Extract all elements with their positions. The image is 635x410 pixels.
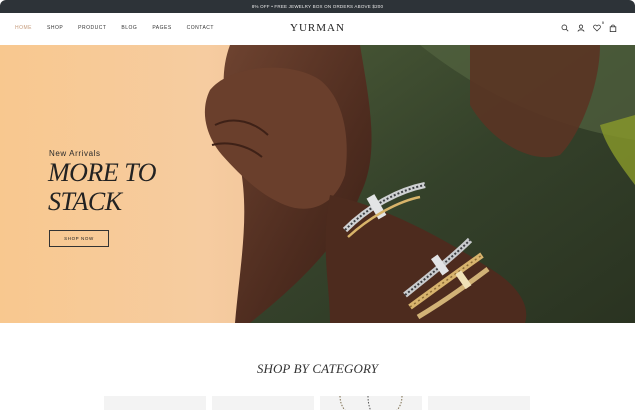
necklace-thumbnail (339, 396, 403, 410)
user-icon[interactable] (577, 24, 585, 32)
heart-icon[interactable]: 0 (593, 21, 604, 32)
category-grid (104, 396, 530, 410)
announcement-bar: 8% OFF • FREE JEWELRY BOX ON ORDERS ABOV… (0, 0, 635, 13)
shop-now-button[interactable]: SHOP NOW (49, 230, 109, 247)
search-icon[interactable] (561, 24, 569, 32)
shop-by-category-heading: SHOP BY CATEGORY (256, 361, 379, 376)
category-card[interactable] (428, 396, 530, 410)
header-icons: 0 (561, 21, 617, 32)
page: 8% OFF • FREE JEWELRY BOX ON ORDERS ABOV… (0, 0, 635, 410)
bag-icon[interactable] (609, 24, 617, 32)
wishlist-count: 0 (602, 21, 604, 25)
hero-title: MORE TO STACK (48, 158, 156, 216)
announcement-text: 8% OFF • FREE JEWELRY BOX ON ORDERS ABOV… (251, 4, 384, 9)
hero-banner: New Arrivals MORE TO STACK SHOP NOW (0, 45, 635, 323)
site-logo[interactable]: YURMAN (0, 22, 635, 34)
hero-subtitle: New Arrivals (49, 149, 101, 158)
site-header: HOME SHOP PRODUCT BLOG PAGES CONTACT YUR… (0, 13, 635, 46)
category-card[interactable] (320, 396, 422, 410)
category-card[interactable] (104, 396, 206, 410)
category-card[interactable] (212, 396, 314, 410)
